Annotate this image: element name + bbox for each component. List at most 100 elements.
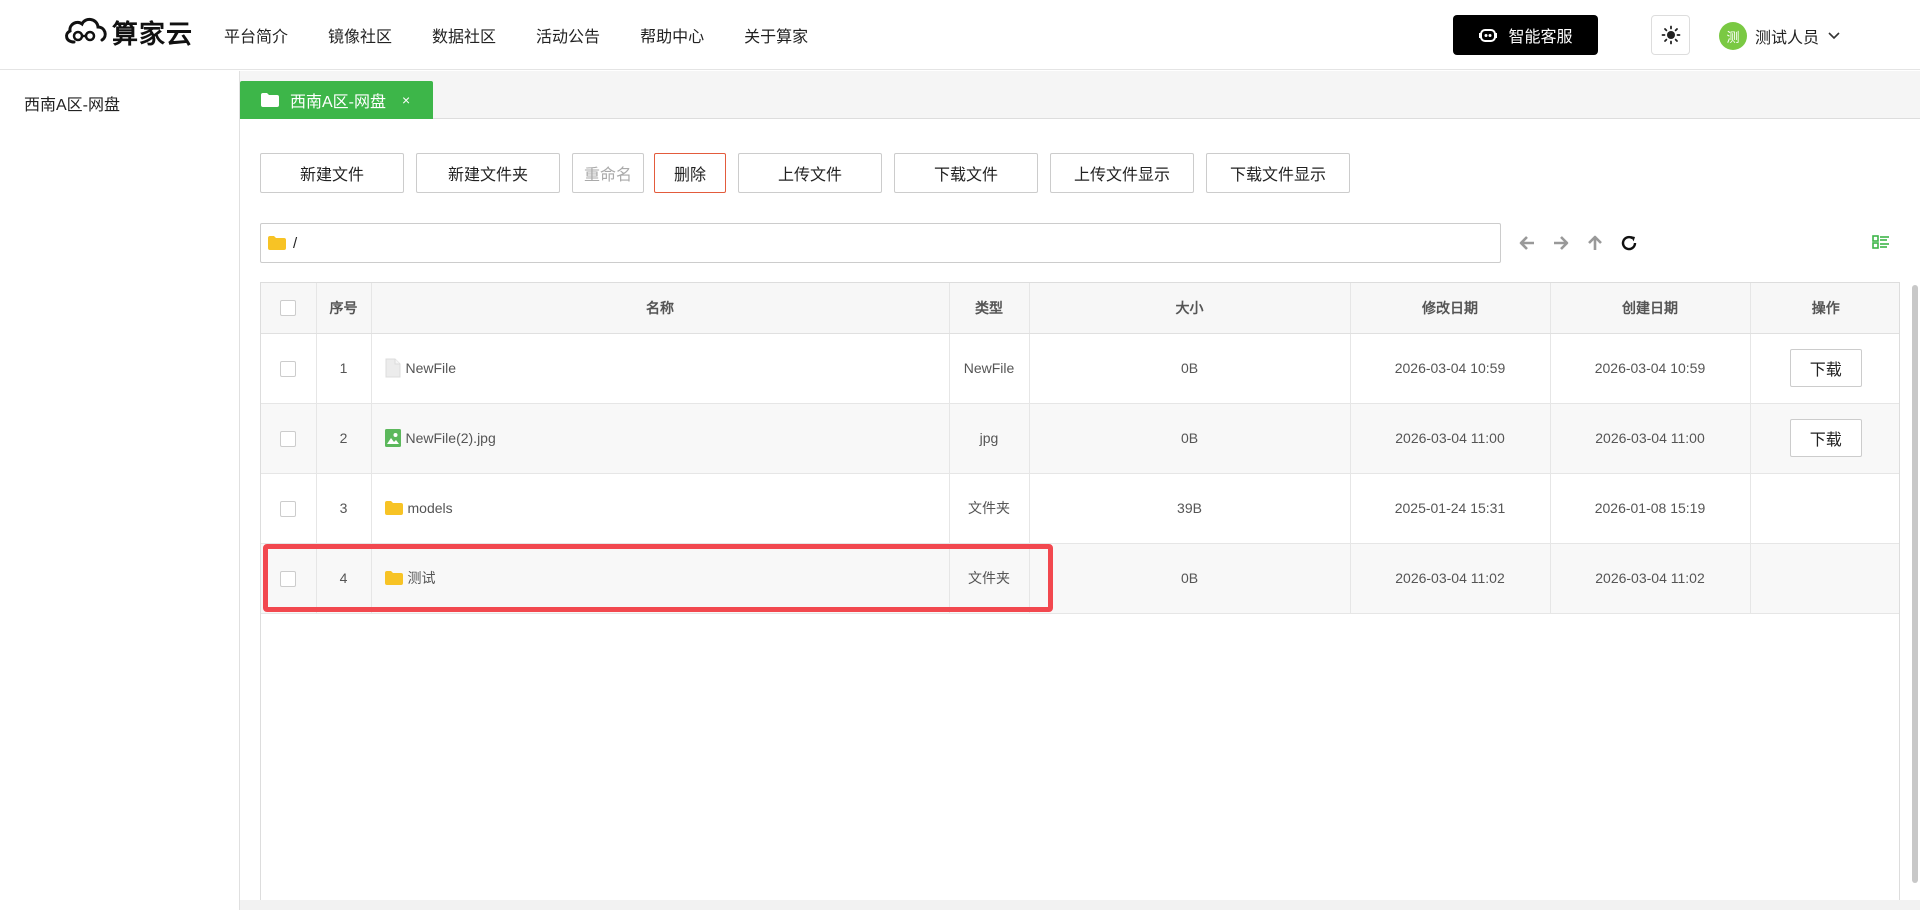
header-type[interactable]: 类型 xyxy=(949,283,1030,334)
download-button[interactable]: 下载 xyxy=(1789,349,1862,387)
row-created: 2026-03-04 10:59 xyxy=(1550,333,1751,404)
row-checkbox[interactable] xyxy=(280,570,297,587)
file-table: 序号 名称 类型 大小 修改日期 创建日期 操作 1 NewFile NewFi… xyxy=(260,282,1900,902)
file-name[interactable]: NewFile xyxy=(406,360,457,376)
user-menu[interactable]: 测 测试人员 xyxy=(1719,22,1841,50)
upload-display-button[interactable]: 上传文件显示 xyxy=(1050,153,1194,193)
forward-arrow-icon[interactable] xyxy=(1550,231,1572,255)
folder-icon xyxy=(261,93,279,107)
new-file-button[interactable]: 新建文件 xyxy=(260,153,404,193)
header-modified[interactable]: 修改日期 xyxy=(1350,283,1551,334)
row-checkbox[interactable] xyxy=(280,360,297,377)
row-checkbox[interactable] xyxy=(280,500,297,517)
row-select-cell xyxy=(261,543,317,614)
download-button[interactable]: 下载 xyxy=(1789,419,1862,457)
row-type: 文件夹 xyxy=(949,473,1030,544)
nav-item-image-community[interactable]: 镜像社区 xyxy=(328,23,392,47)
nav-item-data-community[interactable]: 数据社区 xyxy=(432,23,496,47)
new-folder-button[interactable]: 新建文件夹 xyxy=(416,153,560,193)
up-arrow-icon[interactable] xyxy=(1584,231,1606,255)
row-actions xyxy=(1750,473,1899,544)
file-manager: 新建文件 新建文件夹 重命名 删除 上传文件 下载文件 上传文件显示 下载文件显… xyxy=(240,119,1920,910)
row-name-cell[interactable]: models xyxy=(371,473,950,544)
select-all-checkbox[interactable] xyxy=(280,300,297,317)
row-select-cell xyxy=(261,403,317,474)
file-icon xyxy=(385,358,400,378)
upload-file-button[interactable]: 上传文件 xyxy=(738,153,882,193)
nav-item-help-center[interactable]: 帮助中心 xyxy=(640,23,704,47)
row-index: 4 xyxy=(316,543,372,614)
row-modified: 2025-01-24 15:31 xyxy=(1350,473,1551,544)
row-actions xyxy=(1750,543,1899,614)
sidebar-item-southwest-a-drive[interactable]: 西南A区-网盘 xyxy=(24,91,120,115)
row-actions: 下载 xyxy=(1750,403,1899,474)
nav-item-platform-intro[interactable]: 平台简介 xyxy=(224,23,288,47)
row-checkbox[interactable] xyxy=(280,430,297,447)
folder-icon xyxy=(384,571,403,585)
folder-icon xyxy=(268,236,286,250)
row-created: 2026-03-04 11:00 xyxy=(1550,403,1751,474)
header-name[interactable]: 名称 xyxy=(371,283,950,334)
row-type: NewFile xyxy=(949,333,1030,404)
avatar: 测 xyxy=(1719,22,1747,50)
row-modified: 2026-03-04 11:02 xyxy=(1350,543,1551,614)
download-display-button[interactable]: 下载文件显示 xyxy=(1206,153,1350,193)
nav-item-announcements[interactable]: 活动公告 xyxy=(536,23,600,47)
path-value: / xyxy=(293,234,298,252)
row-index: 1 xyxy=(316,333,372,404)
tab-bar: 西南A区-网盘 × xyxy=(240,71,1920,119)
delete-button[interactable]: 删除 xyxy=(654,153,726,193)
row-size: 39B xyxy=(1029,473,1351,544)
brand-name: 算家云 xyxy=(112,18,194,49)
header-size[interactable]: 大小 xyxy=(1029,283,1351,334)
row-name-cell[interactable]: 测试 xyxy=(371,543,950,614)
row-created: 2026-03-04 11:02 xyxy=(1550,543,1751,614)
smart-service-button[interactable]: 智能客服 xyxy=(1453,15,1598,55)
table-row[interactable]: 2 NewFile(2).jpg jpg 0B 2026-03-04 11:00… xyxy=(261,403,1899,474)
select-all-header xyxy=(261,283,317,334)
refresh-icon[interactable] xyxy=(1618,231,1640,255)
back-arrow-icon[interactable] xyxy=(1516,231,1538,255)
robot-icon xyxy=(1479,29,1498,42)
smart-service-label: 智能客服 xyxy=(1508,29,1573,46)
top-header: 算家云 平台简介 镜像社区 数据社区 活动公告 帮助中心 关于算家 智能客服 测… xyxy=(0,0,1920,70)
theme-toggle-button[interactable] xyxy=(1651,15,1690,55)
row-select-cell xyxy=(261,333,317,404)
image-file-icon xyxy=(384,429,401,447)
file-name[interactable]: NewFile(2).jpg xyxy=(406,430,496,446)
brand-logo[interactable]: 算家云 xyxy=(62,14,193,50)
download-file-button[interactable]: 下载文件 xyxy=(894,153,1038,193)
sidebar: 西南A区-网盘 xyxy=(0,71,240,910)
file-toolbar: 新建文件 新建文件夹 重命名 删除 上传文件 下载文件 上传文件显示 下载文件显… xyxy=(260,153,1362,193)
chevron-down-icon xyxy=(1828,32,1840,40)
header-created[interactable]: 创建日期 xyxy=(1550,283,1751,334)
table-row[interactable]: 1 NewFile NewFile 0B 2026-03-04 10:59 20… xyxy=(261,333,1899,404)
table-header-row: 序号 名称 类型 大小 修改日期 创建日期 操作 xyxy=(261,283,1899,334)
row-actions: 下载 xyxy=(1750,333,1899,404)
close-icon[interactable]: × xyxy=(402,92,410,108)
tab-southwest-a-drive[interactable]: 西南A区-网盘 × xyxy=(240,81,433,119)
row-name-cell[interactable]: NewFile(2).jpg xyxy=(371,403,950,474)
nav-item-about[interactable]: 关于算家 xyxy=(744,23,808,47)
folder-name[interactable]: 测试 xyxy=(408,568,436,588)
row-name-cell[interactable]: NewFile xyxy=(371,333,950,404)
table-row[interactable]: 3 models 文件夹 39B 2025-01-24 15:31 2026-0… xyxy=(261,473,1899,544)
folder-name[interactable]: models xyxy=(408,500,453,516)
rename-button[interactable]: 重命名 xyxy=(572,153,644,193)
list-view-icon[interactable] xyxy=(1872,234,1890,250)
table-row[interactable]: 4 测试 文件夹 0B 2026-03-04 11:02 2026-03-04 … xyxy=(261,543,1899,614)
cloud-logo-icon xyxy=(65,18,107,44)
row-type: 文件夹 xyxy=(949,543,1030,614)
row-created: 2026-01-08 15:19 xyxy=(1550,473,1751,544)
row-modified: 2026-03-04 10:59 xyxy=(1350,333,1551,404)
row-type: jpg xyxy=(949,403,1030,474)
main-nav: 平台简介 镜像社区 数据社区 活动公告 帮助中心 关于算家 xyxy=(224,0,848,70)
folder-icon xyxy=(384,501,403,515)
row-size: 0B xyxy=(1029,543,1351,614)
path-input[interactable]: / xyxy=(260,223,1501,263)
sun-icon xyxy=(1661,25,1680,45)
user-name: 测试人员 xyxy=(1755,30,1820,47)
vertical-scrollbar[interactable] xyxy=(1912,285,1918,883)
row-index: 3 xyxy=(316,473,372,544)
header-index: 序号 xyxy=(316,283,372,334)
